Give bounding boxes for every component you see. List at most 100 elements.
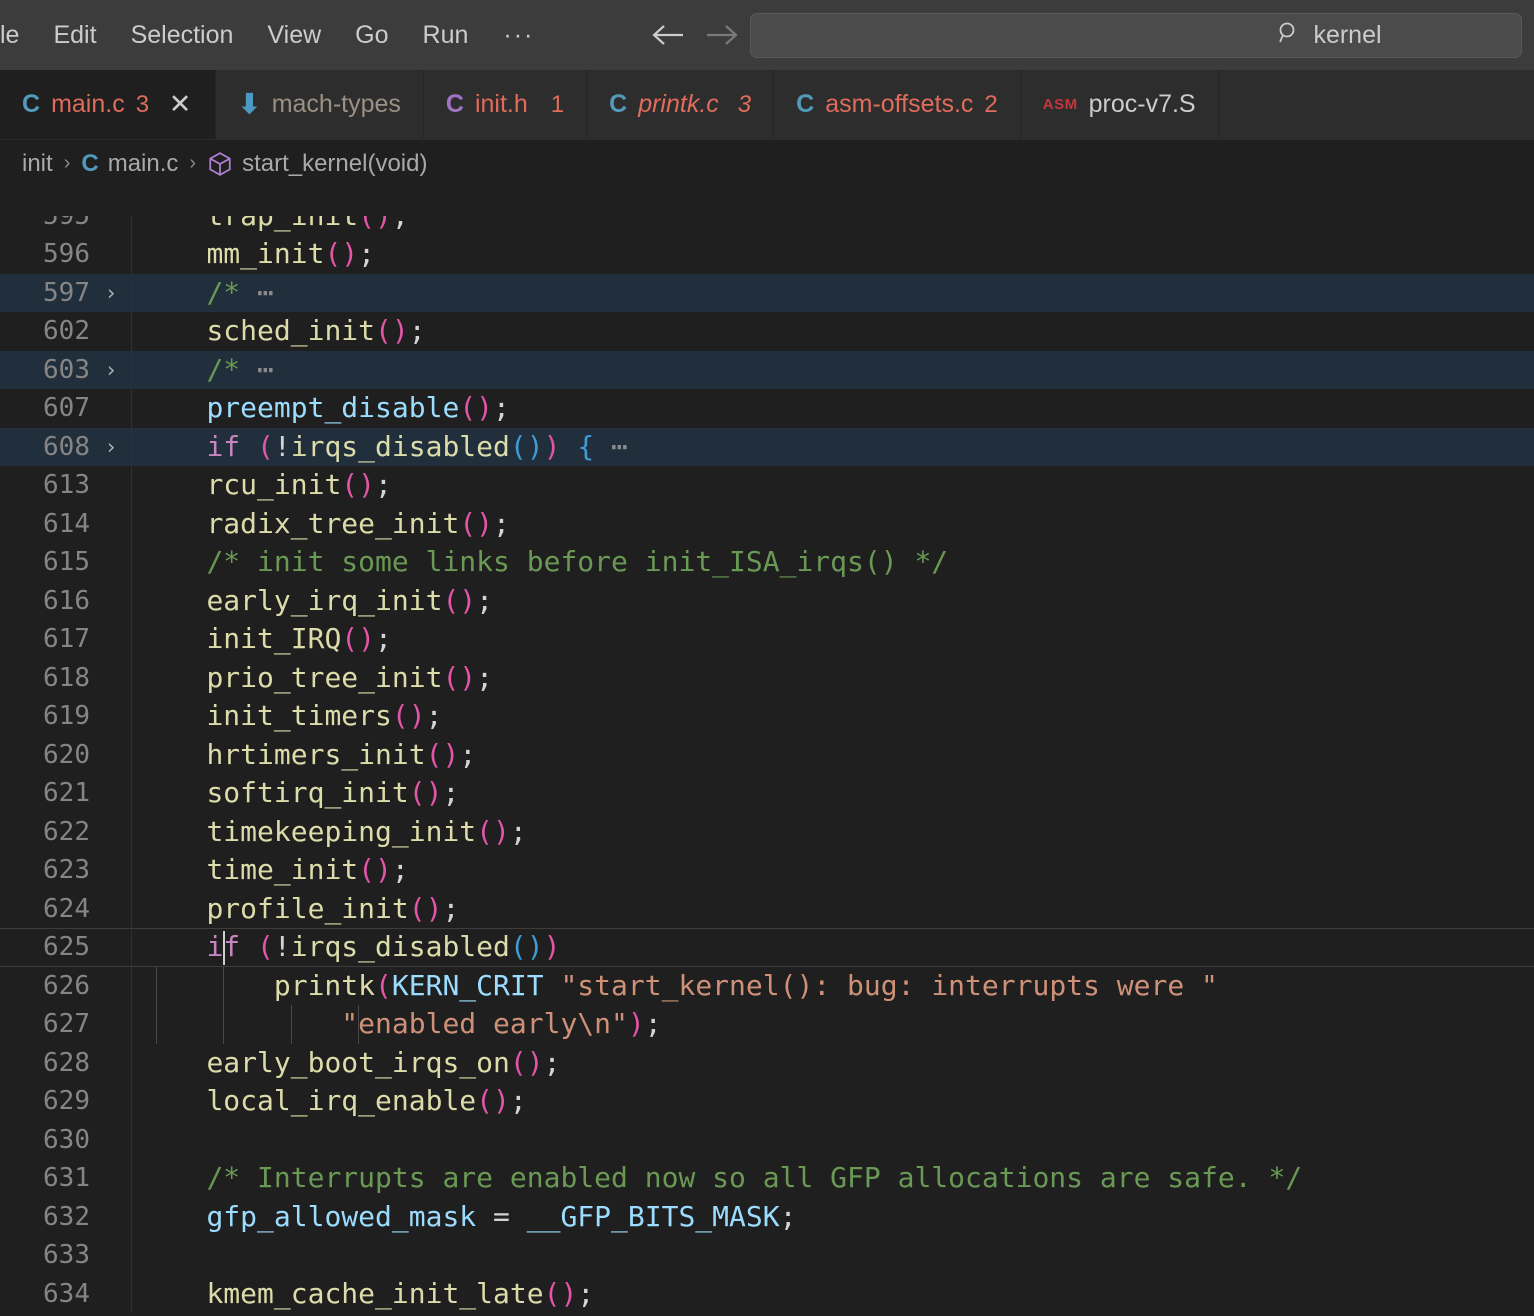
menu-item-edit[interactable]: Edit [36, 15, 113, 56]
line-number: 614 [43, 508, 90, 539]
code-text[interactable]: timekeeping_init(); [133, 813, 526, 851]
fold-chevron-icon[interactable]: › [92, 281, 130, 305]
code-text[interactable]: if (!irqs_disabled()) [133, 928, 560, 966]
code-line[interactable]: 634 kmem_cache_init_late(); [0, 1274, 1534, 1313]
code-text[interactable]: init_timers(); [133, 697, 442, 735]
code-editor[interactable]: _595 trap_init();596 mm_init();597› /* ⋯… [0, 187, 1534, 1316]
code-text[interactable]: profile_init(); [133, 890, 459, 928]
code-text[interactable]: sched_init(); [133, 312, 425, 350]
code-line[interactable]: 627 "enabled early\n"); [0, 1005, 1534, 1044]
code-line[interactable]: 608 › if (!irqs_disabled()) { ⋯ [0, 427, 1534, 466]
code-line[interactable]: 633 [0, 1236, 1534, 1275]
code-line[interactable]: 595 trap_init(); [0, 196, 1534, 235]
code-text[interactable]: early_boot_irqs_on(); [133, 1044, 560, 1082]
menu-item-run[interactable]: Run [406, 15, 486, 56]
line-number: 603 [43, 354, 90, 385]
breadcrumb-item-init[interactable]: init [22, 150, 53, 178]
code-line[interactable]: 629 local_irq_enable(); [0, 1082, 1534, 1121]
breadcrumb-item-main-c[interactable]: C main.c [81, 150, 178, 178]
breadcrumb-label: start_kernel(void) [242, 149, 428, 177]
code-line[interactable]: 623 time_init(); [0, 851, 1534, 890]
code-text[interactable]: rcu_init(); [133, 466, 391, 504]
code-line[interactable]: 621 softirq_init(); [0, 774, 1534, 813]
indent-guide [290, 1005, 292, 1044]
menu-item-selection[interactable]: Selection [114, 15, 251, 56]
tab-init-h[interactable]: C init.h 1 [423, 70, 588, 139]
code-line[interactable]: 619 init_timers(); [0, 697, 1534, 736]
code-text[interactable]: local_irq_enable(); [133, 1082, 526, 1120]
code-lines-container[interactable]: _595 trap_init();596 mm_init();597› /* ⋯… [0, 187, 1534, 1313]
line-gutter: 595 [0, 196, 133, 235]
menu-item-file[interactable]: le [0, 15, 36, 56]
code-text[interactable]: mm_init(); [133, 235, 375, 273]
code-text[interactable]: trap_init(); [133, 197, 408, 235]
indent-guide [223, 1005, 225, 1044]
code-line[interactable]: 632 gfp_allowed_mask = __GFP_BITS_MASK; [0, 1197, 1534, 1236]
code-text[interactable]: hrtimers_init(); [133, 736, 476, 774]
tab-asm-offsets-c[interactable]: C asm-offsets.c 2 [774, 70, 1021, 139]
symbol-method-icon [207, 151, 233, 177]
tab-error-badge: 3 [135, 90, 150, 118]
tab-mach-types[interactable]: ⬇ mach-types [216, 70, 424, 139]
tab-label: asm-offsets.c [825, 90, 974, 118]
tab-proc-v7-s[interactable]: ASM proc-v7.S [1020, 70, 1219, 139]
code-text[interactable]: radix_tree_init(); [133, 505, 509, 543]
code-text[interactable]: time_init(); [133, 851, 408, 889]
gutter-divider [131, 1120, 132, 1159]
code-line[interactable]: 625 if (!irqs_disabled()) [0, 928, 1534, 967]
code-text[interactable]: preempt_disable(); [133, 389, 509, 427]
code-text[interactable]: "enabled early\n"); [133, 1005, 661, 1043]
code-line[interactable]: 624 profile_init(); [0, 889, 1534, 928]
code-line[interactable]: 597 › /* ⋯ [0, 273, 1534, 312]
code-line[interactable]: 618 prio_tree_init(); [0, 658, 1534, 697]
code-text[interactable]: prio_tree_init(); [133, 659, 493, 697]
close-icon[interactable]: ✕ [167, 91, 193, 118]
code-line[interactable]: 626 printk(KERN_CRIT "start_kernel(): bu… [0, 966, 1534, 1005]
code-line[interactable]: 603 › /* ⋯ [0, 350, 1534, 389]
code-text[interactable]: kmem_cache_init_late(); [133, 1275, 594, 1313]
code-line[interactable]: 613 rcu_init(); [0, 466, 1534, 505]
code-line[interactable]: 615 /* init some links before init_ISA_i… [0, 543, 1534, 582]
fold-chevron-icon[interactable]: › [92, 358, 130, 382]
tab-main-c[interactable]: C main.c 3 ✕ [0, 70, 217, 139]
code-text[interactable]: /* Interrupts are enabled now so all GFP… [133, 1159, 1302, 1197]
search-input-value[interactable]: kernel [1313, 21, 1381, 50]
command-center-search[interactable]: kernel [750, 13, 1522, 58]
code-line[interactable]: 630 [0, 1120, 1534, 1159]
fold-chevron-icon[interactable]: › [92, 435, 130, 459]
code-line[interactable]: 622 timekeeping_init(); [0, 812, 1534, 851]
line-number: 633 [43, 1240, 90, 1271]
code-text[interactable]: early_irq_init(); [133, 582, 493, 620]
code-text[interactable]: /* init some links before init_ISA_irqs(… [133, 543, 948, 581]
code-line[interactable]: _ [0, 187, 1534, 197]
code-line[interactable]: 616 early_irq_init(); [0, 581, 1534, 620]
line-number: 619 [43, 701, 90, 732]
arrow-left-icon[interactable] [648, 15, 688, 55]
code-text[interactable]: /* ⋯ [133, 351, 273, 389]
code-line[interactable]: 607 preempt_disable(); [0, 389, 1534, 428]
menu-item-view[interactable]: View [250, 15, 338, 56]
code-line[interactable]: 617 init_IRQ(); [0, 620, 1534, 659]
tab-error-badge: 2 [984, 90, 998, 118]
code-line[interactable]: 631 /* Interrupts are enabled now so all… [0, 1159, 1534, 1198]
gutter-divider [131, 851, 132, 890]
code-text[interactable]: _ [133, 187, 156, 196]
code-text[interactable]: softirq_init(); [133, 774, 459, 812]
code-line[interactable]: 614 radix_tree_init(); [0, 504, 1534, 543]
code-text[interactable]: gfp_allowed_mask = __GFP_BITS_MASK; [133, 1198, 796, 1236]
code-text[interactable]: /* ⋯ [133, 274, 273, 312]
code-line[interactable]: 628 early_boot_irqs_on(); [0, 1043, 1534, 1082]
indent-guide [358, 1005, 360, 1044]
code-text[interactable]: if (!irqs_disabled()) { ⋯ [133, 428, 627, 466]
code-text[interactable]: printk(KERN_CRIT "start_kernel(): bug: i… [133, 967, 1218, 1005]
tab-printk-c[interactable]: C printk.c 3 [587, 70, 775, 139]
menu-overflow-icon[interactable]: ··· [485, 13, 552, 58]
code-line[interactable]: 620 hrtimers_init(); [0, 735, 1534, 774]
code-line[interactable]: 596 mm_init(); [0, 235, 1534, 274]
breadcrumb-item-start-kernel[interactable]: start_kernel(void) [207, 150, 427, 178]
code-line[interactable]: 602 sched_init(); [0, 312, 1534, 351]
code-text[interactable]: init_IRQ(); [133, 620, 391, 658]
line-gutter: 597 › [0, 273, 133, 312]
menu-item-go[interactable]: Go [338, 15, 405, 56]
gutter-divider [131, 1082, 132, 1121]
